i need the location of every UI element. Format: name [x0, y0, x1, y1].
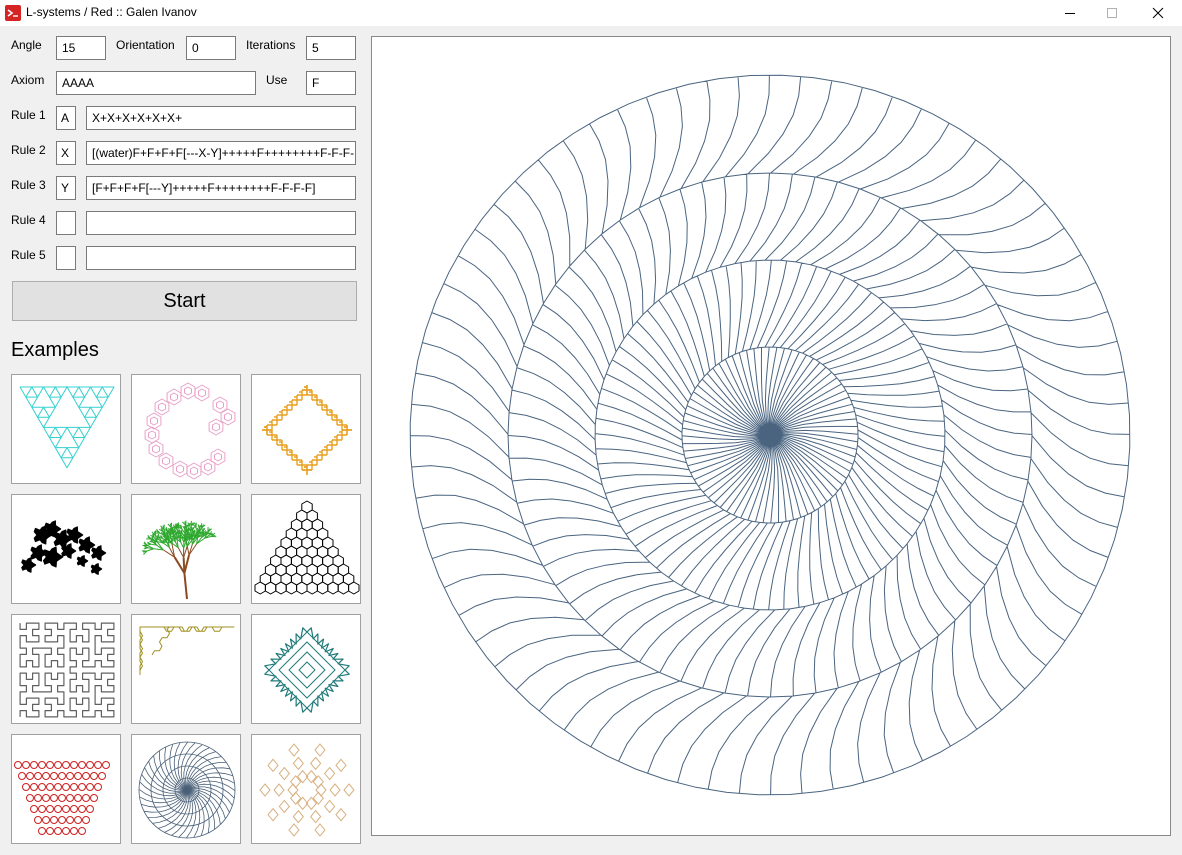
sierpinski-arrowhead-icon [19, 386, 115, 469]
rule-1-label: Rule 1 [11, 108, 46, 122]
angle-input[interactable]: 15 [56, 36, 106, 60]
gosper-curve-icon [139, 626, 235, 676]
rule-3-label: Rule 3 [11, 178, 46, 192]
use-input[interactable]: F [306, 71, 356, 95]
rule-3-symbol-input[interactable]: Y [56, 176, 76, 200]
example-5-button[interactable] [131, 494, 241, 604]
rule-2-label: Rule 2 [11, 143, 46, 157]
hilbert-curve-icon [19, 622, 115, 718]
rule-5-symbol-input[interactable] [56, 246, 76, 270]
example-12-button[interactable] [251, 734, 361, 844]
axiom-label: Axiom [11, 73, 45, 87]
spiral-disc-icon [138, 741, 236, 839]
rule-4-label: Rule 4 [11, 213, 46, 227]
rule-1-production-input[interactable]: X+X+X+X+X+X+ [86, 106, 356, 130]
rule-2-production-input[interactable]: [(water)F+F+F+F[---X-Y]+++++F++++++++F-F… [86, 141, 356, 165]
title-bar: L-systems / Red :: Galen Ivanov [0, 0, 1182, 26]
rule-1-symbol-input[interactable]: A [56, 106, 76, 130]
cross-snowflake-icon [262, 385, 352, 475]
example-1-button[interactable] [11, 374, 121, 484]
minimize-button[interactable] [1047, 0, 1093, 26]
examples-heading: Examples [11, 339, 99, 361]
orientation-input[interactable]: 0 [186, 36, 236, 60]
axiom-input[interactable]: AAAA [56, 71, 256, 95]
angle-label: Angle [11, 38, 42, 52]
rule-5-production-input[interactable] [86, 246, 356, 270]
close-icon [1152, 7, 1164, 19]
tree-icon [141, 520, 217, 600]
iterations-label: Iterations [246, 38, 296, 52]
example-3-button[interactable] [251, 374, 361, 484]
example-8-button[interactable] [131, 614, 241, 724]
example-7-button[interactable] [11, 614, 121, 724]
example-10-button[interactable] [11, 734, 121, 844]
example-9-button[interactable] [251, 614, 361, 724]
use-label: Use [266, 73, 288, 87]
example-6-button[interactable] [251, 494, 361, 604]
quadratic-island-icon [264, 627, 350, 713]
maximize-icon [1107, 8, 1117, 18]
rule-4-symbol-input[interactable] [56, 211, 76, 235]
rule-5-label: Rule 5 [11, 248, 46, 262]
rule-4-production-input[interactable] [86, 211, 356, 235]
penrose-tiling-icon [259, 743, 355, 837]
drawing-canvas [371, 36, 1171, 836]
rule-3-production-input[interactable]: [F+F+F+F[---Y]+++++F++++++++F-F-F-F] [86, 176, 356, 200]
window-title: L-systems / Red :: Galen Ivanov [26, 5, 197, 19]
rule-2-symbol-input[interactable]: X [56, 141, 76, 165]
iterations-input[interactable]: 5 [306, 36, 356, 60]
lsystem-drawing [409, 74, 1131, 796]
start-button[interactable]: Start [12, 281, 357, 321]
close-button[interactable] [1135, 0, 1181, 26]
example-2-button[interactable] [131, 374, 241, 484]
example-4-button[interactable] [11, 494, 121, 604]
hexagon-triangle-icon [254, 500, 360, 595]
hexagon-c-curve-icon [144, 382, 236, 480]
app-logo-icon [5, 5, 21, 21]
triangle-pattern-icon [14, 761, 110, 835]
maximize-button[interactable] [1089, 0, 1135, 26]
example-11-button[interactable] [131, 734, 241, 844]
dragon-curve-icon [21, 520, 107, 575]
minimize-icon [1065, 13, 1075, 14]
orientation-label: Orientation [116, 38, 175, 52]
